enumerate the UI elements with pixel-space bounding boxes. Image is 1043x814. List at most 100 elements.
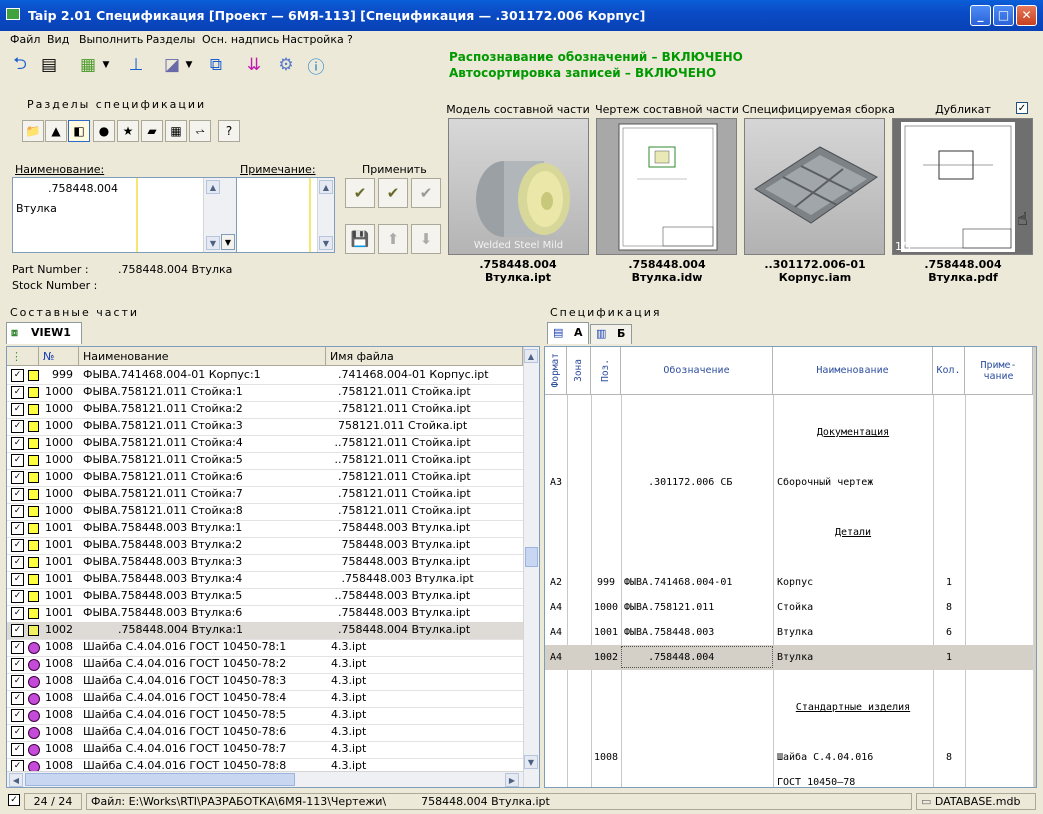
row-checkbox[interactable]: ✓ bbox=[11, 556, 24, 569]
back-arrow-icon[interactable]: ⮌ bbox=[8, 52, 32, 78]
thumb-duplicate[interactable]: 1/1 ☝ bbox=[892, 118, 1033, 255]
section-kits-icon[interactable]: ▦ bbox=[165, 120, 187, 142]
spec-col-qty[interactable]: Кол. bbox=[933, 347, 965, 395]
spec-vscroll[interactable] bbox=[1033, 347, 1036, 787]
gear-icon[interactable]: ⚙ bbox=[274, 52, 298, 78]
table-row[interactable]: ✓ 1000 ФЫВА.758121.011 Стойка:4 ..758121.0… bbox=[7, 435, 523, 453]
thumb-drawing[interactable] bbox=[596, 118, 737, 255]
move-down-icon[interactable]: ⬇ bbox=[411, 224, 441, 254]
menu-help[interactable]: ? bbox=[347, 33, 353, 46]
menu-run[interactable]: Выполнить bbox=[79, 33, 143, 46]
row-checkbox[interactable]: ✓ bbox=[11, 675, 24, 688]
row-checkbox[interactable]: ✓ bbox=[11, 607, 24, 620]
spec-row[interactable]: 1008 Шайба С.4.04.016 8 bbox=[545, 745, 1033, 770]
spec-col-pos[interactable]: Поз. bbox=[591, 347, 621, 395]
row-checkbox[interactable]: ✓ bbox=[11, 709, 24, 722]
spec-col-format[interactable]: Формат bbox=[545, 347, 567, 395]
note-scroll-up-icon[interactable]: ▲ bbox=[319, 180, 333, 194]
row-checkbox[interactable]: ✓ bbox=[11, 437, 24, 450]
row-checkbox[interactable]: ✓ bbox=[11, 641, 24, 654]
table-row[interactable]: ✓ 1001 ФЫВА.758448.003 Втулка:5 ..758448.0… bbox=[7, 588, 523, 606]
col-name-header[interactable]: Наименование bbox=[79, 347, 326, 366]
tab-view1[interactable]: ⧈ VIEW1 bbox=[6, 322, 82, 344]
properties-icon[interactable]: ▤ bbox=[37, 52, 61, 78]
spec-col-designation[interactable]: Обозначение bbox=[621, 347, 773, 395]
spec-row[interactable] bbox=[545, 495, 1033, 520]
apply-name-icon[interactable]: ✔ bbox=[345, 178, 375, 208]
spec-row[interactable]: А4 1001 ФЫВА.758448.003 Втулка 6 bbox=[545, 620, 1033, 645]
document-icon[interactable]: ▦ bbox=[76, 52, 100, 78]
table-row[interactable]: ✓ 1000 ФЫВА.758121.011 Стойка:6 .758121.01… bbox=[7, 469, 523, 487]
table-row[interactable]: ✓ 1001 ФЫВА.758448.003 Втулка:3 758448.003… bbox=[7, 554, 523, 572]
section-assembly-icon[interactable]: ⥋ bbox=[189, 120, 211, 142]
name-scroll-up-icon[interactable]: ▲ bbox=[206, 180, 220, 194]
section-documentation-icon[interactable]: 📁 bbox=[22, 120, 44, 142]
spec-section-row[interactable]: Стандартные изделия bbox=[545, 695, 1033, 720]
row-checkbox[interactable]: ✓ bbox=[11, 590, 24, 603]
minimize-button[interactable]: _ bbox=[970, 5, 991, 26]
parts-scroll-up-icon[interactable]: ▲ bbox=[524, 349, 538, 363]
table-row[interactable]: ✓ 1000 ФЫВА.758121.011 Стойка:1 .758121.01… bbox=[7, 384, 523, 402]
table-row[interactable]: ✓ 1008 Шайба С.4.04.016 ГОСТ 10450-78:1 4.3… bbox=[7, 639, 523, 657]
parts-scroll-down-icon[interactable]: ▼ bbox=[524, 755, 538, 769]
menu-view[interactable]: Вид bbox=[47, 33, 69, 46]
spec-row[interactable] bbox=[545, 445, 1033, 470]
col-num-header-icon[interactable]: № bbox=[39, 347, 79, 366]
menu-sections[interactable]: Разделы bbox=[146, 33, 195, 46]
table-row[interactable]: ✓ 1008 Шайба С.4.04.016 ГОСТ 10450-78:3 4.3… bbox=[7, 673, 523, 691]
spec-section-row[interactable]: Документация bbox=[545, 420, 1033, 445]
parts-hscroll-thumb[interactable] bbox=[25, 773, 295, 786]
name-textarea[interactable]: .758448.004 Втулка ▲ ▼ ▼ bbox=[12, 177, 237, 253]
table-row[interactable]: ✓ 1001 ФЫВА.758448.003 Втулка:1 .758448.00… bbox=[7, 520, 523, 538]
row-checkbox[interactable]: ✓ bbox=[11, 726, 24, 739]
row-checkbox[interactable]: ✓ bbox=[11, 658, 24, 671]
row-checkbox[interactable]: ✓ bbox=[11, 539, 24, 552]
spec-row[interactable] bbox=[545, 670, 1033, 695]
spec-col-note[interactable]: Приме- чание bbox=[965, 347, 1033, 395]
table-row[interactable]: ✓ 1008 Шайба С.4.04.016 ГОСТ 10450-78:5 4.3… bbox=[7, 707, 523, 725]
row-checkbox[interactable]: ✓ bbox=[11, 624, 24, 637]
apply-list-icon[interactable]: ✔ bbox=[378, 178, 408, 208]
status-check-icon[interactable]: ✓ bbox=[8, 794, 20, 806]
spec-col-name[interactable]: Наименование bbox=[773, 347, 933, 395]
thumb-assembly[interactable] bbox=[744, 118, 885, 255]
table-row[interactable]: ✓ 1000 ФЫВА.758121.011 Стойка:8 .758121.01… bbox=[7, 503, 523, 521]
row-checkbox[interactable]: ✓ bbox=[11, 420, 24, 433]
info-icon[interactable]: ⓘ bbox=[304, 52, 328, 78]
duplicate-checkbox[interactable]: ✓ bbox=[1016, 102, 1028, 114]
table-row[interactable]: ✓ 1000 ФЫВА.758121.011 Стойка:7 .758121.01… bbox=[7, 486, 523, 504]
menu-title-block[interactable]: Осн. надпись bbox=[202, 33, 279, 46]
table-row[interactable]: ✓ 1001 ФЫВА.758448.003 Втулка:6 .758448.00… bbox=[7, 605, 523, 623]
table-row[interactable]: ✓ 1001 ФЫВА.758448.003 Втулка:2 758448.003… bbox=[7, 537, 523, 555]
line-tool-icon[interactable]: ⊥ bbox=[124, 52, 148, 78]
tab-spec-b[interactable]: ▥ Б bbox=[590, 324, 632, 344]
table-row[interactable]: ✓ 1008 Шайба С.4.04.016 ГОСТ 10450-78:7 4.3… bbox=[7, 741, 523, 759]
row-checkbox[interactable]: ✓ bbox=[11, 488, 24, 501]
table-row[interactable]: ✓ 1000 ФЫВА.758121.011 Стойка:2 .758121.01… bbox=[7, 401, 523, 419]
note-scrollbar[interactable]: ▲ ▼ bbox=[317, 178, 334, 252]
section-help-button[interactable]: ? bbox=[218, 120, 240, 142]
row-checkbox[interactable]: ✓ bbox=[11, 454, 24, 467]
section-parts-icon[interactable]: ◧ bbox=[68, 120, 90, 142]
maximize-button[interactable]: □ bbox=[993, 5, 1014, 26]
row-checkbox[interactable]: ✓ bbox=[11, 505, 24, 518]
section-other-icon[interactable]: ★ bbox=[117, 120, 139, 142]
close-button[interactable]: ✕ bbox=[1016, 5, 1037, 26]
row-checkbox[interactable]: ✓ bbox=[11, 369, 24, 382]
spec-row[interactable] bbox=[545, 395, 1033, 420]
table-row[interactable]: ✓ 1000 ФЫВА.758121.011 Стойка:5 ..758121.0… bbox=[7, 452, 523, 470]
spec-section-row[interactable]: Детали bbox=[545, 520, 1033, 545]
note-textarea[interactable]: ▲ ▼ bbox=[236, 177, 335, 253]
menu-file[interactable]: Файл bbox=[10, 33, 40, 46]
row-checkbox[interactable]: ✓ bbox=[11, 573, 24, 586]
parts-vscroll[interactable]: ▲ ▼ bbox=[523, 347, 539, 787]
spec-row[interactable] bbox=[545, 545, 1033, 570]
section-standard-icon[interactable]: ● bbox=[93, 120, 115, 142]
spec-row[interactable]: ГОСТ 10450–78 bbox=[545, 770, 1033, 787]
spec-row[interactable]: А2 999 ФЫВА.741468.004-01 Корпус 1 bbox=[545, 570, 1033, 595]
row-checkbox[interactable]: ✓ bbox=[11, 403, 24, 416]
save-icon[interactable]: 💾 bbox=[345, 224, 375, 254]
name-dropdown-icon[interactable]: ▼ bbox=[221, 234, 235, 250]
parts-scroll-thumb[interactable] bbox=[525, 547, 538, 567]
thumb-model[interactable]: Welded Steel Mild bbox=[448, 118, 589, 255]
